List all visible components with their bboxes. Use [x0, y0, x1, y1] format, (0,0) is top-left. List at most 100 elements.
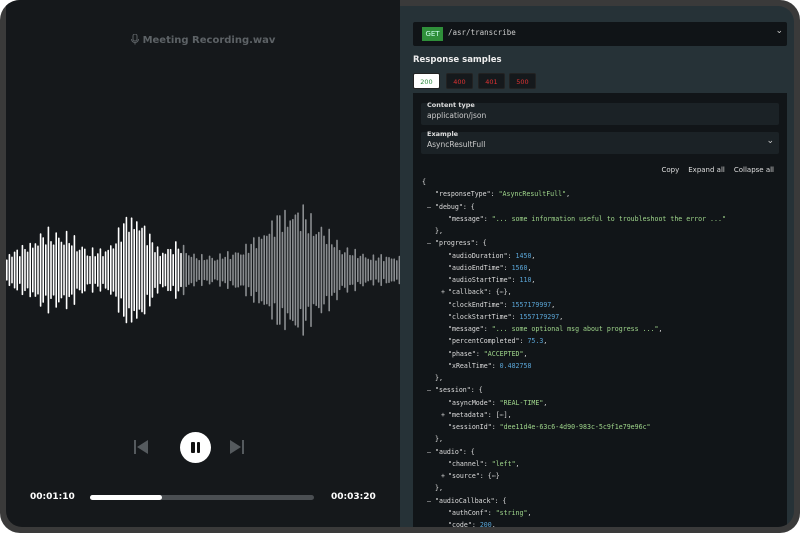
expand-toggle[interactable]: + [441, 470, 445, 482]
waveform-bar [224, 256, 226, 284]
copy-button[interactable]: Copy [661, 166, 679, 174]
json-key: "authConf" [448, 508, 488, 517]
waveform-bar [11, 256, 13, 284]
code-punct: , [523, 349, 528, 358]
waveform-bar [107, 249, 109, 291]
waveform-bar [32, 247, 34, 293]
progress-fill [90, 495, 162, 500]
waveform-bar [333, 247, 336, 293]
tab-200[interactable]: 200 [413, 73, 440, 89]
json-key: "audioEndTime" [448, 263, 504, 272]
collapse-toggle[interactable]: – [427, 201, 431, 213]
json-value: "left" [491, 459, 516, 468]
expand-toggle[interactable]: + [441, 286, 445, 298]
collapse-toggle[interactable]: – [427, 495, 431, 507]
waveform[interactable] [6, 200, 400, 340]
collapse-toggle[interactable]: – [427, 446, 431, 458]
endpoint-header[interactable]: GET /asr/transcribe ⌄ [413, 22, 787, 46]
chevron-down-icon[interactable]: ⌄ [775, 26, 783, 36]
waveform-bar [73, 235, 76, 305]
waveform-bar [344, 252, 346, 288]
waveform-bar [164, 253, 167, 287]
waveform-bar [81, 246, 83, 294]
code-line: "xRealTime": 0.482758 [448, 361, 532, 370]
waveform-bar [383, 260, 385, 280]
audio-player: Meeting Recording.wav 00:01:10 00:03:20 [6, 0, 400, 527]
json-value: 200 [479, 521, 492, 527]
json-key: "debug" [435, 202, 463, 211]
code-punct: { [466, 447, 475, 456]
json-key-text: clockStartTime [451, 312, 508, 321]
waveform-bar [307, 233, 310, 307]
waveform-bar [336, 239, 338, 301]
json-sample: {"responseType": "AsyncResultFull", – "deb… [422, 176, 726, 527]
code-punct: , [531, 251, 536, 260]
waveform-bar [206, 259, 208, 281]
waveform-bar [253, 237, 255, 303]
json-key-text: audioCallback [438, 496, 491, 505]
json-key: "phase" [448, 349, 476, 358]
next-icon[interactable] [230, 440, 244, 454]
json-key: "callback" [448, 288, 488, 297]
json-value: "REAL-TIME" [499, 398, 544, 407]
waveform-bar [349, 254, 351, 286]
waveform-bar [232, 254, 234, 286]
waveform-bar [211, 257, 213, 283]
waveform-bar [19, 256, 21, 284]
collapse-toggle[interactable]: – [427, 384, 431, 396]
json-value: 110 [519, 276, 532, 284]
chevron-down-icon: ⌄ [766, 136, 774, 146]
waveform-bar [55, 232, 57, 308]
pause-button[interactable] [180, 432, 211, 463]
waveform-bar [34, 243, 37, 297]
code-punct: }, [435, 435, 443, 444]
waveform-bar [195, 258, 198, 282]
json-key: "xRealTime" [448, 361, 492, 370]
code-punct: { [474, 386, 483, 395]
waveform-bar [208, 255, 211, 285]
collapse-toggle[interactable]: – [427, 237, 431, 249]
progress-slider[interactable] [90, 495, 314, 500]
waveform-bar [331, 244, 333, 296]
expand-toggle[interactable]: + [441, 409, 445, 421]
waveform-bar [284, 209, 286, 331]
waveform-bar [305, 219, 307, 321]
tab-400[interactable]: 400 [446, 73, 473, 89]
json-key-text: channel [451, 459, 480, 468]
json-key: "audio" [435, 447, 463, 456]
json-key-text: audioStartTime [451, 276, 508, 284]
tab-401[interactable]: 401 [478, 73, 505, 89]
json-key: "sessionId" [448, 423, 492, 431]
code-line: }, [422, 372, 726, 384]
collapse-all-button[interactable]: Collapse all [734, 166, 774, 174]
content-type-value: application/json [427, 111, 487, 120]
json-key-text: progress [438, 239, 471, 248]
json-key: "clockStartTime" [448, 312, 512, 321]
code-line: "sessionId": "dee11d4e-63c6-4d90-983c-5c… [448, 423, 651, 431]
tab-500[interactable]: 500 [509, 73, 536, 89]
json-value: 1557179297 [519, 312, 560, 321]
waveform-bar [263, 235, 265, 305]
code-line: – "audioCallback": { [422, 495, 726, 507]
waveform-bar [156, 246, 159, 294]
waveform-bar [180, 252, 182, 288]
waveform-bar [130, 217, 133, 323]
json-value: 1557179997 [511, 300, 552, 309]
example-label: Example [427, 130, 459, 138]
code-line: + "metadata": [⋯], [422, 409, 726, 421]
waveform-bar [89, 255, 91, 285]
expand-all-button[interactable]: Expand all [688, 166, 725, 174]
json-key: "channel" [448, 459, 484, 468]
code-line: "clockStartTime": 1557179297, [448, 312, 564, 321]
code-punct: , [527, 263, 532, 272]
total-time: 00:03:20 [331, 492, 376, 502]
previous-icon[interactable] [134, 440, 148, 454]
waveform-bar [276, 215, 278, 325]
code-punct: [⋯], [491, 410, 512, 419]
waveform-bar [341, 254, 343, 286]
current-time: 00:01:10 [30, 492, 75, 502]
example-select[interactable]: Example AsyncResultFull ⌄ [421, 130, 779, 154]
json-value: "ACCEPTED" [483, 349, 524, 358]
waveform-bar [60, 241, 63, 299]
json-key-text: responseType [438, 190, 487, 199]
